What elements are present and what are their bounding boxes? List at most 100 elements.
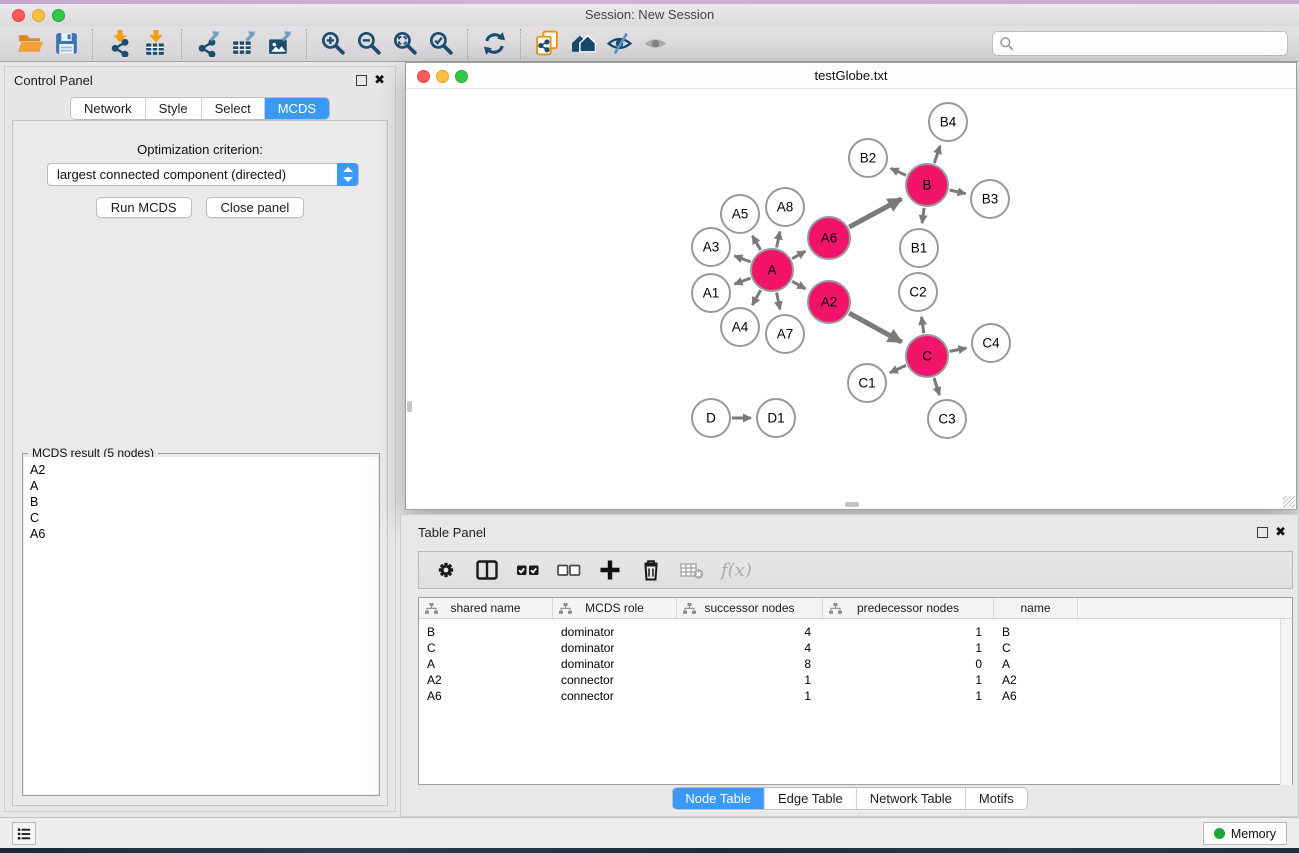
node-D1[interactable]: D1 [757,399,795,437]
node-A1[interactable]: A1 [692,274,730,312]
select-none-icon[interactable] [555,556,583,584]
table-cell[interactable]: 1 [823,640,982,656]
settings-icon[interactable] [432,556,460,584]
node-C2[interactable]: C2 [899,273,937,311]
column-header-name[interactable]: name [994,598,1078,619]
tab-style[interactable]: Style [145,98,201,119]
table-cell[interactable]: A [1002,656,1010,672]
mcds-result-scrollbar[interactable] [367,457,378,794]
add-column-icon[interactable] [596,556,624,584]
node-A5[interactable]: A5 [721,195,759,233]
edge-A-A3[interactable] [734,256,750,262]
window-resize-grip[interactable] [1283,496,1295,508]
node-A2[interactable]: A2 [808,281,850,323]
save-session-icon[interactable] [51,29,81,59]
column-header-predecessor-nodes[interactable]: predecessor nodes [823,598,994,619]
node-C[interactable]: C [906,335,948,377]
node-A6[interactable]: A6 [808,217,850,259]
refresh-layout-icon[interactable] [479,29,509,59]
split-columns-icon[interactable] [473,556,501,584]
table-cell[interactable]: connector [561,672,614,688]
edge-B-B2[interactable] [891,168,906,175]
table-cell[interactable]: A6 [427,688,442,704]
table-cell[interactable]: C [1002,640,1011,656]
node-B1[interactable]: B1 [900,229,938,267]
float-panel-icon[interactable] [356,75,367,86]
node-B4[interactable]: B4 [929,103,967,141]
tab-node-table[interactable]: Node Table [672,788,764,809]
task-history-button[interactable] [12,822,36,845]
node-D[interactable]: D [692,399,730,437]
node-C4[interactable]: C4 [972,324,1010,362]
edge-B-B4[interactable] [934,146,940,164]
home-houses-icon[interactable] [568,29,598,59]
minimize-window-button[interactable] [32,9,45,22]
edge-A-A5[interactable] [752,236,760,250]
node-A3[interactable]: A3 [692,228,730,266]
table-cell[interactable]: 8 [677,656,811,672]
table-cell[interactable]: B [427,624,435,640]
node-A7[interactable]: A7 [766,315,804,353]
zoom-out-icon[interactable] [354,29,384,59]
optimization-criterion-dropdown[interactable]: largest connected component (directed) [47,163,359,186]
eye-icon[interactable] [640,29,670,59]
network-horizontal-scrollbar[interactable] [845,502,859,507]
table-cell[interactable]: 1 [823,624,982,640]
node-B2[interactable]: B2 [849,139,887,177]
node-A[interactable]: A [751,249,793,291]
zoom-in-icon[interactable] [318,29,348,59]
table-cell[interactable]: 4 [677,624,811,640]
table-cell[interactable]: C [427,640,436,656]
column-header-MCDS-role[interactable]: MCDS role [553,598,677,619]
network-canvas[interactable]: AA1A2A3A4A5A6A7A8BB1B2B3B4CC1C2C3C4DD1 [406,89,1296,509]
zoom-selected-icon[interactable] [426,29,456,59]
zoom-fit-icon[interactable] [390,29,420,59]
node-B3[interactable]: B3 [971,180,1009,218]
import-network-icon[interactable] [104,29,134,59]
zoom-window-button[interactable] [52,9,65,22]
table-cell[interactable]: B [1002,624,1010,640]
edge-A-A7[interactable] [777,293,780,310]
network-close-button[interactable] [417,70,430,83]
table-cell[interactable]: connector [561,688,614,704]
table-cell[interactable]: A2 [1002,672,1017,688]
node-C1[interactable]: C1 [848,364,886,402]
tab-mcds[interactable]: MCDS [264,98,329,119]
edge-A-A4[interactable] [752,290,761,305]
table-cell[interactable]: 4 [677,640,811,656]
edge-A-A6[interactable] [792,251,805,259]
tab-select[interactable]: Select [201,98,264,119]
run-mcds-button[interactable]: Run MCDS [96,197,192,218]
node-B[interactable]: B [906,164,948,206]
edge-A6-B[interactable] [849,199,901,227]
select-all-icon[interactable] [514,556,542,584]
mcds-result-item[interactable]: A6 [30,526,367,542]
export-network-icon[interactable] [193,29,223,59]
column-header-shared-name[interactable]: shared name [419,598,553,619]
network-minimize-button[interactable] [436,70,449,83]
table-cell[interactable]: 1 [823,688,982,704]
edge-C-C1[interactable] [890,365,906,372]
memory-button[interactable]: Memory [1203,822,1287,845]
close-panel-icon[interactable]: ✖ [374,74,385,85]
table-cell[interactable]: dominator [561,624,614,640]
table-cell[interactable]: 1 [677,672,811,688]
edge-B-B3[interactable] [950,190,966,194]
table-scrollbar[interactable] [1280,619,1292,785]
edge-B-B1[interactable] [922,208,924,223]
mcds-result-item[interactable]: C [30,510,367,526]
float-table-panel-icon[interactable] [1257,527,1268,538]
mcds-result-item[interactable]: A [30,478,367,494]
edge-C-C3[interactable] [934,378,939,395]
network-vertical-scrollbar[interactable] [407,401,412,412]
node-A4[interactable]: A4 [721,308,759,346]
network-zoom-button[interactable] [455,70,468,83]
column-header-successor-nodes[interactable]: successor nodes [677,598,823,619]
tab-motifs[interactable]: Motifs [965,788,1027,809]
edge-A-A1[interactable] [734,278,750,284]
node-A8[interactable]: A8 [766,188,804,226]
open-file-icon[interactable] [15,29,45,59]
table-cell[interactable]: A6 [1002,688,1017,704]
table-cell[interactable]: 1 [823,672,982,688]
table-cell[interactable]: 0 [823,656,982,672]
